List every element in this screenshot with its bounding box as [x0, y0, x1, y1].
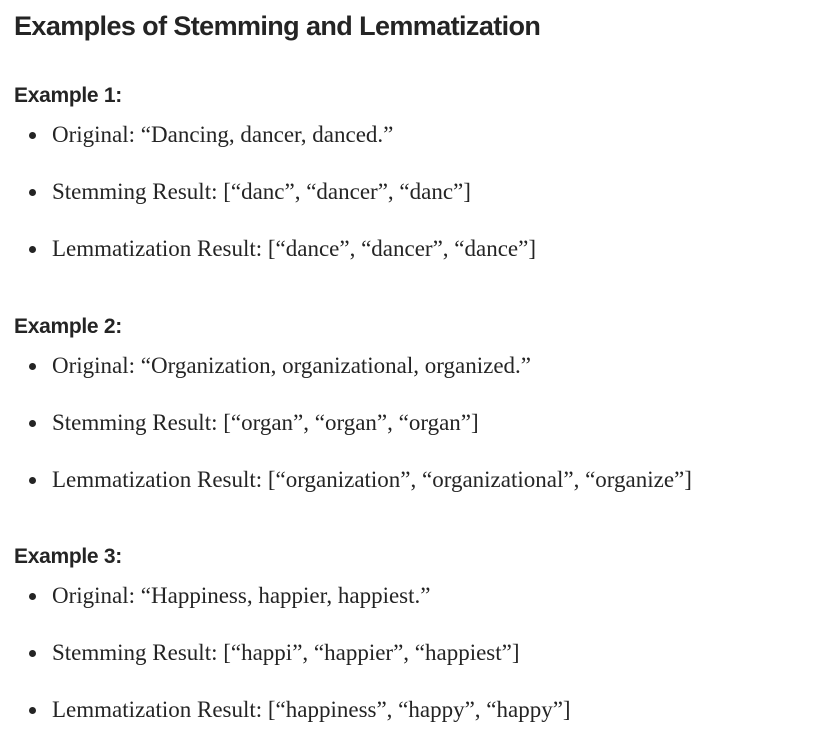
bullet-icon	[29, 363, 36, 370]
list-item-text: Lemmatization Result: [“happiness”, “hap…	[52, 697, 571, 722]
bullet-icon	[29, 593, 36, 600]
list-item: Original: “Dancing, dancer, danced.”	[14, 119, 814, 151]
list-item-text: Original: “Organization, organizational,…	[52, 353, 532, 378]
list-item-text: Lemmatization Result: [“dance”, “dancer”…	[52, 236, 536, 261]
example-list: Original: “Dancing, dancer, danced.” Ste…	[14, 119, 814, 265]
bullet-icon	[29, 132, 36, 139]
list-item-text: Original: “Dancing, dancer, danced.”	[52, 122, 394, 147]
list-item: Lemmatization Result: [“happiness”, “hap…	[14, 694, 814, 726]
bullet-icon	[29, 707, 36, 714]
list-item: Lemmatization Result: [“dance”, “dancer”…	[14, 233, 814, 265]
list-item-text: Stemming Result: [“organ”, “organ”, “org…	[52, 410, 479, 435]
example-section-2: Example 2: Original: “Organization, orga…	[14, 314, 814, 496]
example-list: Original: “Happiness, happier, happiest.…	[14, 580, 814, 726]
example-section-1: Example 1: Original: “Dancing, dancer, d…	[14, 83, 814, 265]
list-item-text: Stemming Result: [“happi”, “happier”, “h…	[52, 640, 520, 665]
list-item: Lemmatization Result: [“organization”, “…	[14, 464, 814, 496]
bullet-icon	[29, 650, 36, 657]
list-item-text: Lemmatization Result: [“organization”, “…	[52, 467, 692, 492]
list-item: Original: “Organization, organizational,…	[14, 350, 814, 382]
bullet-icon	[29, 420, 36, 427]
example-heading: Example 2:	[14, 315, 122, 338]
bullet-icon	[29, 246, 36, 253]
list-item: Stemming Result: [“happi”, “happier”, “h…	[14, 637, 814, 669]
example-list: Original: “Organization, organizational,…	[14, 350, 814, 496]
example-heading: Example 1:	[14, 84, 122, 107]
example-section-3: Example 3: Original: “Happiness, happier…	[14, 544, 814, 726]
example-heading: Example 3:	[14, 545, 122, 568]
list-item: Original: “Happiness, happier, happiest.…	[14, 580, 814, 612]
list-item: Stemming Result: [“organ”, “organ”, “org…	[14, 407, 814, 439]
page-title: Examples of Stemming and Lemmatization	[14, 11, 541, 41]
bullet-icon	[29, 189, 36, 196]
list-item: Stemming Result: [“danc”, “dancer”, “dan…	[14, 176, 814, 208]
list-item-text: Stemming Result: [“danc”, “dancer”, “dan…	[52, 179, 471, 204]
bullet-icon	[29, 477, 36, 484]
list-item-text: Original: “Happiness, happier, happiest.…	[52, 583, 431, 608]
